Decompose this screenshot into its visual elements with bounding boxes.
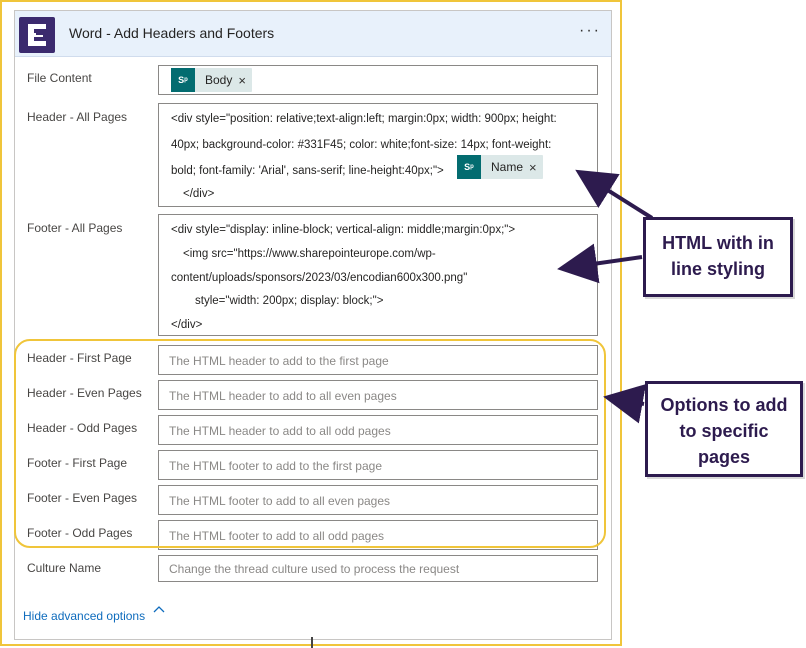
arrow-to-footer: [557, 243, 643, 284]
callout-arrows: [557, 169, 654, 424]
arrow-to-options: [603, 384, 647, 424]
arrow-to-header: [575, 169, 654, 220]
